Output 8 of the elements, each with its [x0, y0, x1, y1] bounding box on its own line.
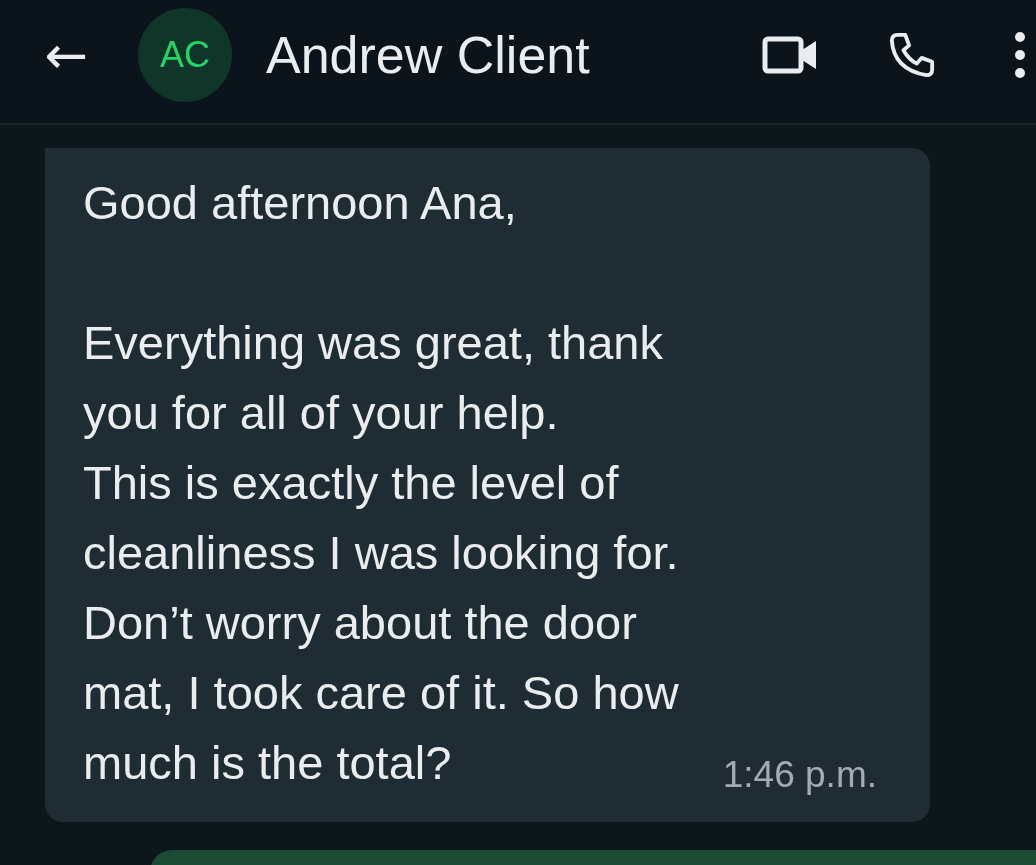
back-button[interactable]: ← — [40, 28, 92, 81]
avatar[interactable]: AC — [138, 7, 232, 102]
message-time: 1:46 p.m. — [722, 754, 877, 797]
phone-icon[interactable] — [888, 30, 936, 79]
message-text: Good afternoon Ana, Everything was great, thank you for all of your help. This is exactly the level of cleanliness I was looking for. Don’t worry about the door mat, I took care of it. So how much is the total? — [83, 175, 679, 791]
video-call-icon[interactable] — [762, 34, 818, 75]
contact-name[interactable]: Andrew Client — [266, 24, 590, 85]
more-options-icon[interactable] — [1014, 29, 1026, 80]
